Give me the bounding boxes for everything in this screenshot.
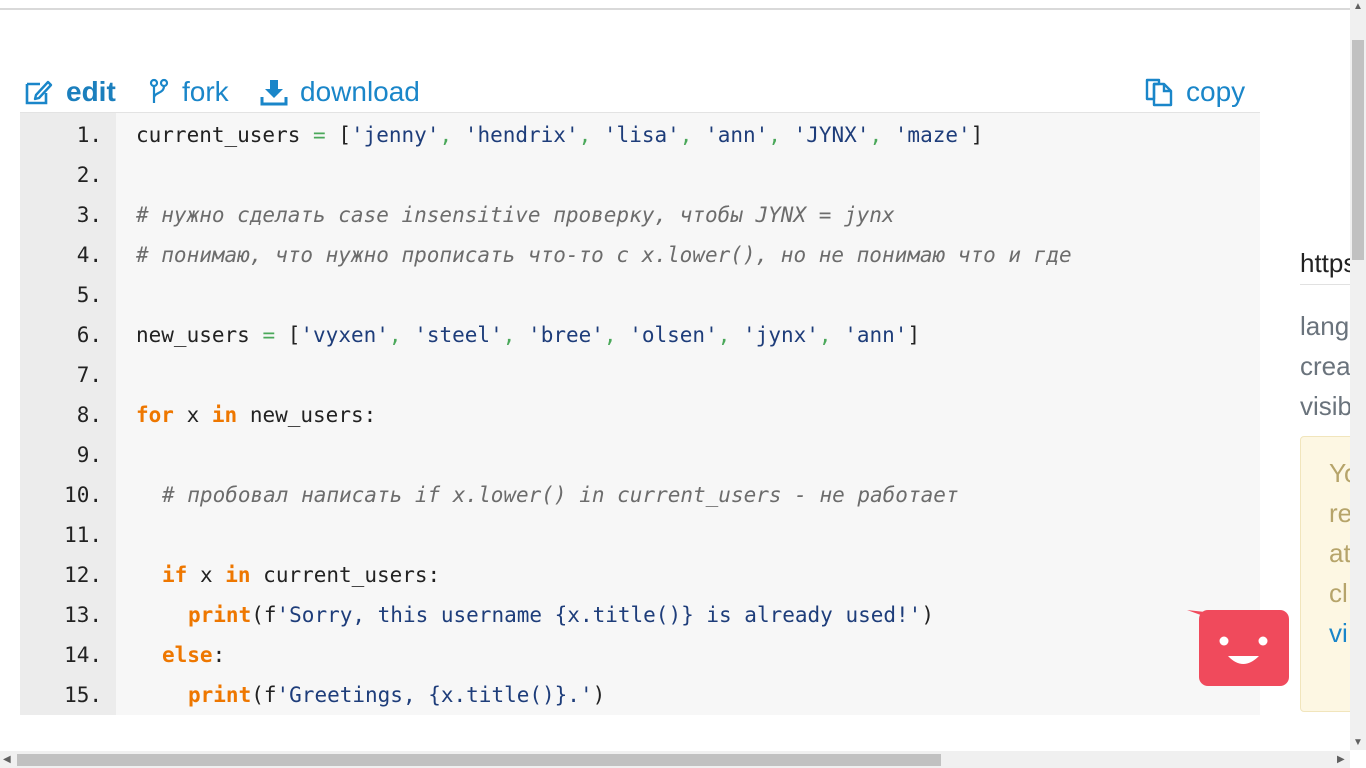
code-toolbar: edit fork download copy [24,74,1248,110]
code-text: for x in new_users: [136,403,377,427]
scroll-up-arrow-icon[interactable]: ▲ [1353,2,1363,12]
line-number: 2. [76,163,102,187]
vertical-scrollbar-thumb[interactable] [1352,40,1364,260]
code-line: 3. # нужно сделать case insensitive пров… [20,195,1260,235]
line-number: 6. [76,323,102,347]
code-comment: # нужно сделать case insensitive проверк… [136,203,895,227]
line-number: 11. [64,523,102,547]
fork-button[interactable]: fork [148,74,229,110]
line-number: 15. [64,683,102,707]
notice-text: cl [1329,578,1348,608]
code-block[interactable]: 1. current_users = ['jenny', 'hendrix', … [20,112,1260,715]
notice-text: Yo [1329,458,1350,488]
scroll-right-arrow-icon[interactable]: ▶ [1337,755,1345,765]
edit-button[interactable]: edit [24,74,116,110]
sidebar-notice: Yo re at cl vi [1300,436,1350,712]
code-line: 14. else: [20,635,1260,675]
line-number: 7. [76,363,102,387]
scroll-left-arrow-icon[interactable]: ◀ [3,755,11,765]
sidebar-text: crea [1300,351,1350,381]
sidebar-text: lang [1300,311,1350,341]
code-line: 8. for x in new_users: [20,395,1260,435]
notice-link[interactable]: vi [1329,613,1348,653]
code-text: print(f'Sorry, this username {x.title()}… [188,603,934,627]
code-line: 6. new_users = ['vyxen', 'steel', 'bree'… [20,315,1260,355]
line-number: 13. [64,603,102,627]
scroll-down-arrow-icon[interactable]: ▼ [1353,738,1363,748]
code-text: if x in current_users: [162,563,441,587]
download-icon [260,80,288,106]
code-line: 7. [20,355,1260,395]
edit-label: edit [66,76,116,107]
code-line: 2. [20,155,1260,195]
line-number: 8. [76,403,102,427]
fork-icon [149,78,169,103]
code-line: 12. if x in current_users: [20,555,1260,595]
line-number: 1. [76,123,102,147]
code-line: 10. # пробовал написать if x.lower() in … [20,475,1260,515]
fork-label: fork [182,76,229,107]
sidebar-divider [1300,284,1350,285]
edit-icon [25,80,53,105]
code-comment: # понимаю, что нужно прописать что-то с … [136,243,1072,267]
code-line: 13. print(f'Sorry, this username {x.titl… [20,595,1260,635]
copy-button[interactable]: copy [1144,74,1245,110]
code-comment: # пробовал написать if x.lower() in curr… [162,483,959,507]
code-line: 5. [20,275,1260,315]
code-text: new_users = ['vyxen', 'steel', 'bree', '… [136,323,921,347]
line-number: 14. [64,643,102,667]
code-text: else: [162,643,226,667]
top-divider [0,8,1350,10]
code-line: 15. print(f'Greetings, {x.title()}.') [20,675,1260,715]
download-label: download [300,76,420,107]
line-number: 4. [76,243,102,267]
right-sidebar: https lang crea visib Yo re at cl vi [1300,0,1350,750]
code-line: 11. [20,515,1260,555]
copy-icon [1145,78,1173,107]
notice-text: re [1329,498,1350,528]
horizontal-scrollbar-thumb[interactable] [17,754,941,766]
line-number: 9. [76,443,102,467]
chat-widget-button[interactable] [1187,610,1289,686]
code-text: current_users = ['jenny', 'hendrix', 'li… [136,123,984,147]
download-button[interactable]: download [260,74,420,110]
line-number: 10. [64,483,102,507]
line-number: 3. [76,203,102,227]
code-text: print(f'Greetings, {x.title()}.') [188,683,606,707]
notice-text: at [1329,538,1350,568]
line-number: 12. [64,563,102,587]
sidebar-link[interactable]: https [1300,248,1350,279]
code-line: 4. # понимаю, что нужно прописать что-то… [20,235,1260,275]
code-line: 1. current_users = ['jenny', 'hendrix', … [20,115,1260,155]
line-number: 5. [76,283,102,307]
copy-label: copy [1186,76,1246,107]
code-line: 9. [20,435,1260,475]
sidebar-text: visib [1300,391,1350,421]
